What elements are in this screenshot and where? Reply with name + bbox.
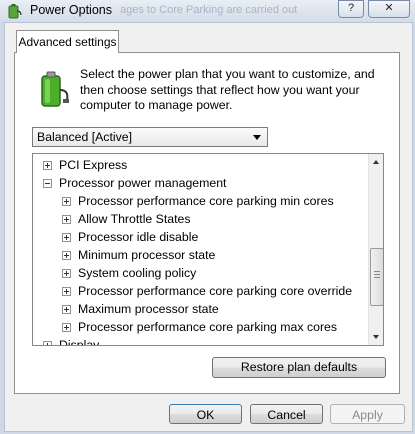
instructions-text: Select the power plan that you want to c… (80, 67, 375, 112)
power-plan-selected-value: Balanced [Active] (37, 130, 133, 144)
tree-item-label: Display (59, 338, 100, 346)
expand-plus-icon[interactable] (62, 269, 71, 278)
cancel-button[interactable]: Cancel (250, 404, 323, 424)
tree-item-label: System cooling policy (78, 266, 197, 280)
expand-plus-icon[interactable] (62, 287, 71, 296)
chevron-down-icon (253, 135, 261, 140)
expand-plus-icon[interactable] (62, 323, 71, 332)
vertical-scrollbar[interactable] (368, 154, 383, 345)
scroll-down-arrow-icon[interactable] (369, 329, 383, 345)
ok-button[interactable]: OK (169, 404, 242, 424)
help-button[interactable]: ? (338, 0, 364, 18)
tree-item-label: Processor performance core parking core … (78, 284, 353, 298)
window-title: Power Options (30, 3, 112, 17)
background-window-caption: ages to Core Parking are carried out (120, 4, 298, 16)
tree-item-label: Minimum processor state (78, 248, 216, 262)
expand-plus-icon[interactable] (43, 341, 52, 345)
collapse-minus-icon[interactable] (43, 179, 52, 188)
expand-plus-icon[interactable] (62, 197, 71, 206)
tree-item-label: Processor power management (59, 176, 227, 190)
tree-item-label: Allow Throttle States (78, 212, 191, 226)
tree-item-label: Processor idle disable (78, 230, 199, 244)
tab-advanced-settings[interactable]: Advanced settings (16, 30, 119, 53)
tree-item-label: Maximum processor state (78, 302, 219, 316)
tree-item-label: Processor performance core parking min c… (78, 194, 334, 208)
power-plan-dropdown[interactable]: Balanced [Active] (32, 127, 268, 147)
grip-line (374, 274, 380, 275)
scroll-up-arrow-icon[interactable] (369, 154, 383, 170)
power-options-icon (8, 4, 22, 19)
grip-line (374, 277, 380, 278)
expand-plus-icon[interactable] (62, 233, 71, 242)
tree-item-label: Processor performance core parking max c… (78, 320, 338, 334)
battery-plug-icon (41, 71, 69, 107)
close-button[interactable]: ✕ (368, 0, 410, 18)
restore-plan-defaults-button[interactable]: Restore plan defaults (212, 357, 386, 378)
expand-plus-icon[interactable] (62, 215, 71, 224)
apply-button[interactable]: Apply (330, 404, 405, 424)
title-bar[interactable]: Power Options ages to Core Parking are c… (0, 0, 415, 22)
expand-plus-icon[interactable] (43, 161, 52, 170)
expand-plus-icon[interactable] (62, 305, 71, 314)
tree-item-label: PCI Express (59, 158, 128, 172)
expand-plus-icon[interactable] (62, 251, 71, 260)
settings-tree[interactable]: PCI Express Processor power management Pro… (32, 153, 384, 346)
grip-line (374, 271, 380, 272)
scroll-thumb[interactable] (370, 248, 383, 306)
